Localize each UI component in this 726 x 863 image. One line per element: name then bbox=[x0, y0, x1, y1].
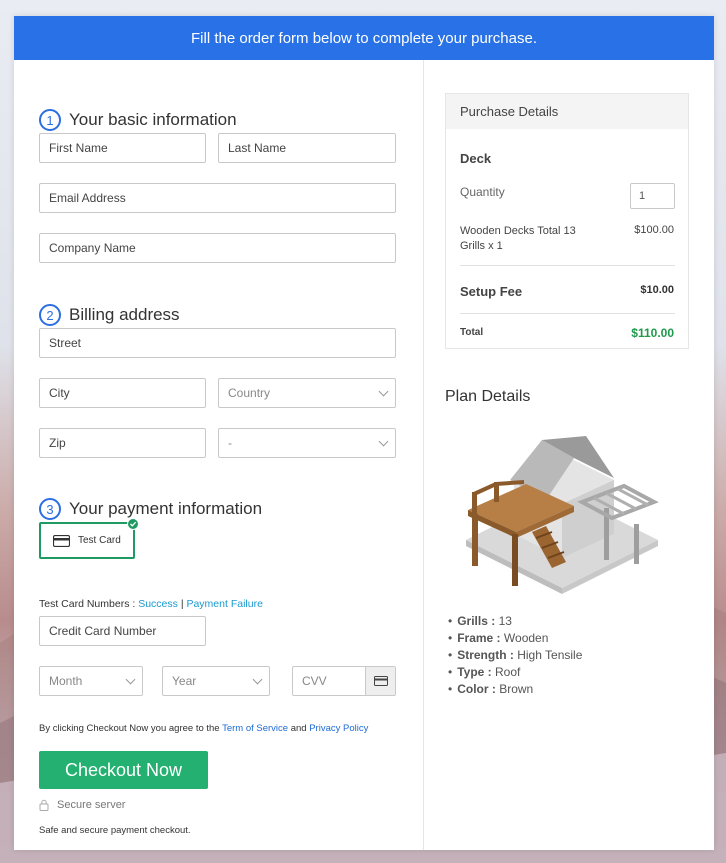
email-input[interactable]: Email Address bbox=[39, 183, 396, 213]
year-select-value: Year bbox=[172, 674, 197, 688]
city-input[interactable]: City bbox=[39, 378, 206, 408]
success-link[interactable]: Success bbox=[138, 598, 178, 610]
line-item-price: $100.00 bbox=[634, 224, 674, 236]
divider-line bbox=[460, 265, 675, 266]
credit-card-icon bbox=[53, 534, 70, 547]
section-title: Billing address bbox=[69, 305, 180, 324]
plan-feature-item: Color : Brown bbox=[448, 680, 582, 697]
plan-feature-item: Frame : Wooden bbox=[448, 630, 582, 647]
order-form-card: Fill the order form below to complete yo… bbox=[14, 16, 714, 850]
chevron-down-icon bbox=[252, 674, 263, 684]
setup-fee-price: $10.00 bbox=[640, 284, 674, 296]
section-payment: 3 Your payment information bbox=[39, 498, 262, 520]
purchase-details: Purchase Details Deck Quantity 1 Wooden … bbox=[445, 93, 689, 349]
section-billing: 2 Billing address bbox=[39, 304, 180, 326]
chevron-down-icon bbox=[378, 436, 389, 446]
plan-feature-item: Grills : 13 bbox=[448, 613, 582, 630]
checkout-now-button[interactable]: Checkout Now bbox=[39, 751, 208, 789]
lock-icon bbox=[39, 799, 49, 811]
plan-feature-item: Type : Roof bbox=[448, 663, 582, 680]
country-select-value: Country bbox=[228, 386, 271, 400]
line-item-detail: Grills x 1 bbox=[460, 240, 503, 252]
agreement-prefix: By clicking Checkout Now you agree to th… bbox=[39, 723, 220, 734]
cvv-input[interactable]: CVV bbox=[292, 666, 396, 696]
section-title: Your basic information bbox=[69, 110, 237, 129]
chevron-down-icon bbox=[378, 386, 389, 396]
test-card-label: Test Card bbox=[78, 535, 121, 546]
state-select-value: - bbox=[228, 436, 232, 450]
payment-failure-link[interactable]: Payment Failure bbox=[186, 598, 262, 610]
test-card-numbers: Test Card Numbers : Success | Payment Fa… bbox=[39, 598, 263, 610]
chevron-down-icon bbox=[125, 674, 136, 684]
setup-fee-label: Setup Fee bbox=[460, 284, 523, 299]
state-select[interactable]: - bbox=[218, 428, 396, 458]
product-name: Deck bbox=[460, 151, 492, 166]
line-item: Wooden Decks Total 13 Grills x 1 bbox=[460, 224, 576, 254]
privacy-policy-link[interactable]: Privacy Policy bbox=[309, 723, 368, 734]
last-name-input[interactable]: Last Name bbox=[218, 133, 396, 163]
total-price: $110.00 bbox=[631, 326, 674, 340]
first-name-input[interactable]: First Name bbox=[39, 133, 206, 163]
secure-server-text: Secure server bbox=[57, 799, 126, 811]
step-number: 3 bbox=[39, 498, 61, 520]
line-item-title: Wooden Decks Total 13 bbox=[460, 225, 576, 237]
test-card-numbers-label: Test Card Numbers : bbox=[39, 598, 136, 610]
deck-illustration bbox=[466, 436, 659, 594]
test-card-option[interactable]: Test Card bbox=[39, 518, 139, 559]
month-select-value: Month bbox=[49, 674, 83, 688]
step-number: 2 bbox=[39, 304, 61, 326]
separator: | bbox=[180, 598, 184, 610]
purchase-details-header: Purchase Details bbox=[446, 94, 688, 129]
form-banner: Fill the order form below to complete yo… bbox=[14, 16, 714, 60]
section-title: Your payment information bbox=[69, 499, 263, 518]
zip-input[interactable]: Zip bbox=[39, 428, 206, 458]
divider-line bbox=[460, 313, 675, 314]
terms-of-service-link[interactable]: Term of Service bbox=[222, 723, 288, 734]
safe-checkout-text: Safe and secure payment checkout. bbox=[39, 825, 191, 836]
plan-features: Grills : 13 Frame : Wooden Strength : Hi… bbox=[448, 613, 582, 697]
total-label: Total bbox=[460, 327, 484, 338]
company-input[interactable]: Company Name bbox=[39, 233, 396, 263]
quantity-label: Quantity bbox=[460, 185, 505, 199]
month-select[interactable]: Month bbox=[39, 666, 143, 696]
plan-details-title: Plan Details bbox=[445, 388, 531, 405]
secure-server: Secure server bbox=[39, 799, 125, 811]
credit-card-icon bbox=[365, 667, 395, 695]
check-icon bbox=[127, 518, 139, 530]
agreement-text: By clicking Checkout Now you agree to th… bbox=[39, 723, 368, 734]
section-basic-info: 1 Your basic information bbox=[39, 109, 237, 131]
cvv-placeholder: CVV bbox=[302, 674, 327, 688]
year-select[interactable]: Year bbox=[162, 666, 270, 696]
order-summary: Purchase Details Deck Quantity 1 Wooden … bbox=[424, 60, 714, 850]
plan-feature-item: Strength : High Tensile bbox=[448, 647, 582, 664]
country-select[interactable]: Country bbox=[218, 378, 396, 408]
step-number: 1 bbox=[39, 109, 61, 131]
order-form: 1 Your basic information First Name Last… bbox=[14, 60, 423, 850]
agreement-and: and bbox=[290, 723, 307, 734]
credit-card-input[interactable]: Credit Card Number bbox=[39, 616, 206, 646]
street-input[interactable]: Street bbox=[39, 328, 396, 358]
quantity-input[interactable]: 1 bbox=[630, 183, 675, 209]
